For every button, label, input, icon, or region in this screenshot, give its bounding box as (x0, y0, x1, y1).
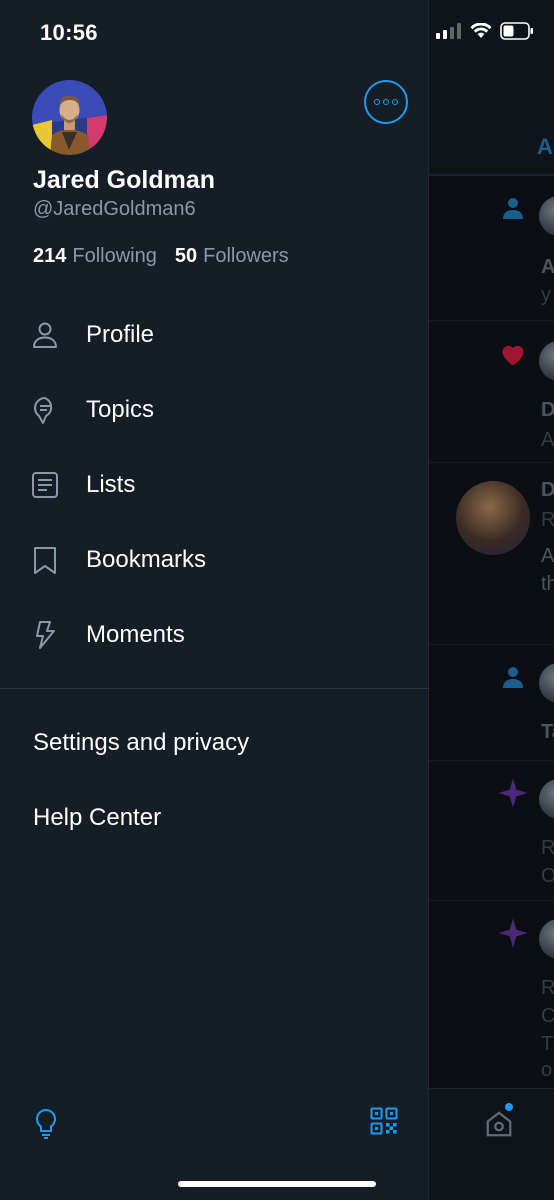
timeline-row: R C T o (429, 901, 554, 1088)
timeline-text: T (541, 1033, 554, 1055)
list-icon (32, 472, 58, 498)
timeline-text: D (541, 479, 554, 501)
more-options-button[interactable] (364, 80, 408, 124)
profile-handle: @JaredGoldman6 (33, 198, 196, 220)
status-icons (436, 22, 534, 40)
timeline-text: R (541, 837, 554, 859)
settings-and-privacy-link[interactable]: Settings and privacy (33, 729, 249, 757)
timeline-text: A (541, 545, 554, 567)
menu-label: Lists (86, 471, 136, 498)
follow-stats: 214 Following 50 Followers (33, 245, 289, 268)
timeline-row: A y (429, 176, 554, 321)
followers-count: 50 (174, 245, 198, 267)
timeline-text: R (541, 977, 554, 999)
timeline-text: D (541, 399, 554, 421)
battery-icon (500, 22, 533, 40)
heart-icon (502, 345, 524, 366)
avatar-image (32, 80, 107, 155)
timeline-row: R O (429, 761, 554, 901)
menu-item-bookmarks[interactable]: Bookmarks (0, 530, 429, 590)
signal-icon (436, 23, 461, 39)
avatar[interactable] (32, 80, 107, 155)
avatar (539, 663, 554, 703)
background-timeline: A A y D A D R A th Ta R O R C T (429, 0, 554, 1200)
timeline-text: th (541, 573, 554, 595)
avatar (539, 919, 554, 959)
following-link[interactable]: 214 Following (33, 245, 157, 268)
lightbulb-icon[interactable] (32, 1108, 60, 1140)
timeline-row: Ta (429, 645, 554, 761)
menu-item-lists[interactable]: Lists (0, 455, 429, 515)
person-follow-icon (503, 667, 523, 688)
dot (374, 99, 380, 105)
menu-item-topics[interactable]: Topics (0, 380, 429, 440)
avatar (539, 341, 554, 381)
timeline-text: A (541, 256, 554, 278)
qr-code-icon[interactable] (370, 1107, 398, 1135)
timeline-text: y (541, 284, 551, 306)
help-center-link[interactable]: Help Center (33, 804, 161, 832)
person-icon (33, 322, 57, 348)
avatar (539, 779, 554, 819)
menu-label: Moments (86, 621, 185, 648)
timeline-tab-fragment: A (537, 134, 553, 159)
lightning-icon (36, 621, 55, 649)
followers-link[interactable]: 50 Followers (175, 245, 289, 268)
notification-dot (505, 1103, 513, 1111)
followers-label: Followers (203, 245, 289, 267)
timeline-text: A (541, 429, 554, 451)
avatar (456, 481, 530, 555)
dot (392, 99, 398, 105)
timeline-text: C (541, 1005, 554, 1027)
home-icon[interactable] (484, 1109, 514, 1139)
timeline-row: D R A th (429, 463, 554, 645)
menu-label: Topics (86, 396, 155, 423)
dot (383, 99, 389, 105)
bottom-tab-bar (429, 1088, 554, 1200)
following-count: 214 (33, 245, 67, 267)
divider (0, 688, 429, 689)
person-follow-icon (503, 198, 523, 219)
sparkle-icon (498, 778, 528, 808)
home-indicator[interactable] (178, 1181, 376, 1187)
topics-icon (34, 397, 53, 424)
menu-label: Bookmarks (86, 546, 207, 573)
timeline-row: D A (429, 321, 554, 463)
side-drawer: 10:56 Jared Goldman @JaredGoldman6 214 F… (0, 0, 429, 1200)
following-label: Following (72, 245, 157, 267)
sparkle-icon (498, 918, 528, 948)
menu-label: Profile (86, 321, 155, 348)
menu-item-moments[interactable]: Moments (0, 605, 429, 665)
wifi-icon (470, 23, 492, 38)
status-time: 10:56 (40, 20, 98, 45)
profile-name: Jared Goldman (33, 166, 215, 194)
timeline-text: R (541, 509, 554, 531)
timeline-text: O (541, 865, 554, 887)
menu-item-profile[interactable]: Profile (0, 305, 429, 365)
bookmark-icon (34, 547, 56, 574)
timeline-text: o (541, 1059, 553, 1081)
avatar (539, 196, 554, 236)
timeline-text: Ta (541, 721, 554, 743)
